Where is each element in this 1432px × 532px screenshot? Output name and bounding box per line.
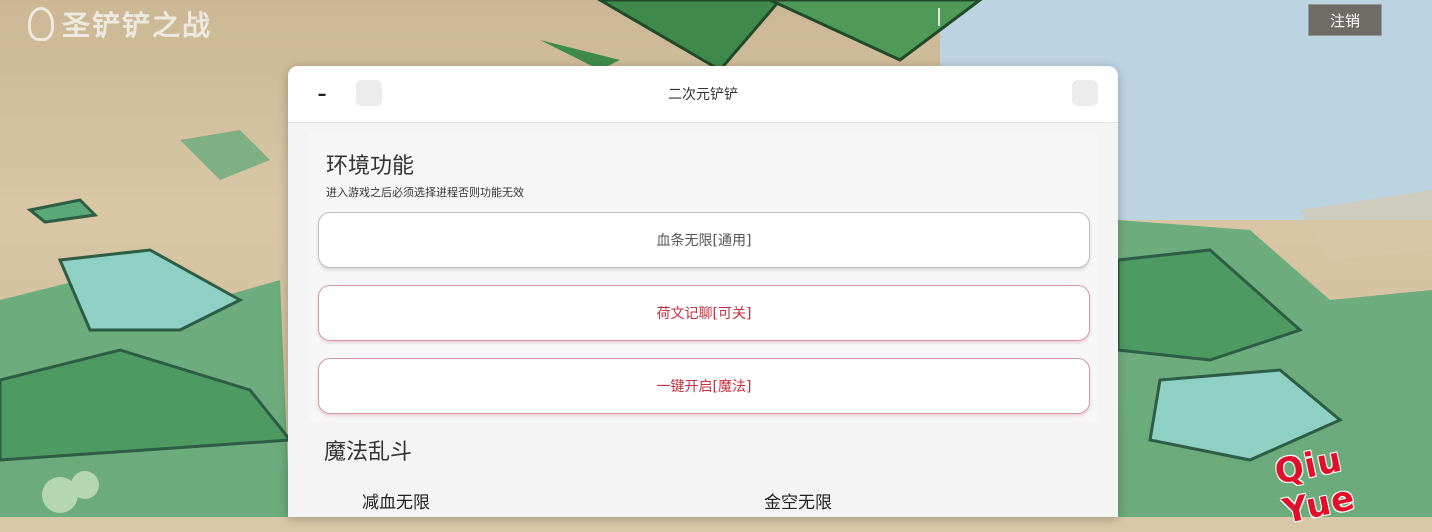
main-dialog: – 二次元铲铲 环境功能 进入游戏之后必须选择进程否则功能无效 血条无限[通用]… <box>288 66 1118 517</box>
close-button[interactable] <box>1072 80 1098 106</box>
text-record-button[interactable]: 荷文记聊[可关] <box>318 285 1090 341</box>
infinite-health-button[interactable]: 血条无限[通用] <box>318 212 1090 268</box>
option-label-health[interactable]: 减血无限 <box>362 488 430 513</box>
shovel-logo-icon <box>28 7 54 41</box>
option-label-gold[interactable]: 金空无限 <box>764 488 832 513</box>
app-logo: 圣铲铲之战 <box>28 4 212 44</box>
top-divider <box>938 8 940 26</box>
section-description: 进入游戏之后必须选择进程否则功能无效 <box>326 186 524 199</box>
dialog-content: 环境功能 进入游戏之后必须选择进程否则功能无效 血条无限[通用] 荷文记聊[可关… <box>288 122 1118 517</box>
one-click-enable-button[interactable]: 一键开启[魔法] <box>318 358 1090 414</box>
logo-text: 圣铲铲之战 <box>62 9 213 42</box>
section-title: 环境功能 <box>326 154 415 179</box>
magic-brawl-title: 魔法乱斗 <box>324 440 413 465</box>
dialog-title: 二次元铲铲 <box>668 87 738 103</box>
environment-section: 环境功能 进入游戏之后必须选择进程否则功能无效 血条无限[通用] 荷文记聊[可关… <box>308 132 1098 422</box>
dialog-titlebar: – 二次元铲铲 <box>288 66 1118 123</box>
logout-button[interactable]: 注销 <box>1308 4 1382 36</box>
